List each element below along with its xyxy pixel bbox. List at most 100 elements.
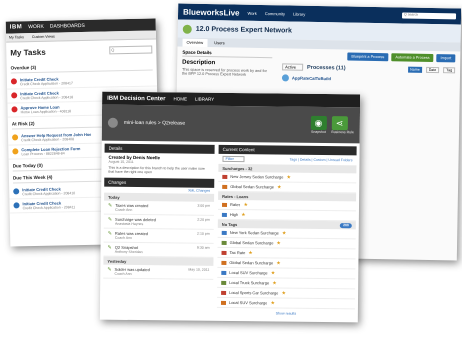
task-status-icon	[10, 78, 17, 85]
search-input[interactable]: Q search	[401, 12, 457, 20]
task-text: Answer Help Request from John Hoe Credit …	[21, 132, 92, 142]
processes-count: Processes (11)	[306, 64, 346, 71]
content-item-label: New York Sedan Surcharge	[229, 229, 279, 236]
tab-my-tasks[interactable]: My Tasks	[9, 35, 24, 39]
content-item-label: Global Sedan Surcharge	[230, 184, 275, 190]
content-group-label: Rates - Loans	[222, 193, 249, 199]
description-text: This space is reserved for process work …	[181, 67, 267, 77]
change-text: Taxes was created Coach Ann	[115, 203, 194, 213]
filter-select[interactable]: Active	[282, 63, 304, 71]
rule-icon	[222, 184, 228, 189]
content-item-label: Local Sports Car Surcharge	[229, 289, 279, 296]
created-on: August 15, 2011	[108, 159, 134, 164]
content-item-label: Tax Rate	[229, 249, 246, 256]
change-item[interactable]: ✎ Surcharge was deleted Anastasia Haynes 2:…	[103, 214, 214, 230]
import-button[interactable]: Import	[436, 54, 456, 63]
content-item-label: Global Sedan Surcharge	[229, 259, 274, 266]
rule-icon	[220, 300, 227, 305]
branch-icon	[107, 117, 118, 128]
star-icon: ★	[272, 279, 277, 286]
share-icon: ⋖	[331, 116, 348, 131]
star-icon: ★	[243, 201, 248, 208]
content-item-label: Local Truck Surcharge	[229, 279, 270, 286]
process-item[interactable]: AppRateCalToBuild	[281, 74, 455, 84]
rule-icon	[221, 240, 227, 245]
rule-icon	[221, 290, 227, 295]
nav-work[interactable]: WORK	[28, 24, 44, 30]
change-time: 3:00 pm	[197, 203, 211, 208]
task-group-header[interactable]: Overdue (3)	[10, 62, 153, 74]
space-details-panel: Space Details Description This space is …	[177, 47, 278, 85]
page-title: My Tasks	[10, 47, 46, 58]
view-tag[interactable]: Tag	[443, 66, 456, 73]
change-text: Q2 Snapshot Anthony Sheridan	[115, 245, 194, 255]
task-text: Initiate Credit Check Credit Check Applic…	[22, 200, 75, 210]
decision-center-logo: IBM Decision Center	[107, 95, 166, 102]
change-item[interactable]: ✎ Solder was updated Coach Ann May 10, 2011	[103, 264, 214, 280]
rule-icon	[221, 260, 227, 265]
tab-custom-views[interactable]: Custom Views	[32, 35, 55, 39]
ibm-logo: IBM	[9, 24, 23, 31]
branch-header: mini-loan rules > Q2release ◉ Snapshot ⋖…	[101, 104, 361, 144]
change-item[interactable]: ✎ Q2 Snapshot Anthony Sheridan 9:30 am	[103, 242, 214, 258]
content-item-label: High	[229, 211, 239, 218]
business-rule-label: Business Rule	[331, 130, 354, 135]
left-column: Details Created by Denis Noelle August 1…	[103, 143, 215, 318]
snapshot-label: Snapshot	[310, 129, 326, 134]
search-input[interactable]: Q	[109, 45, 153, 54]
business-rule-action[interactable]: ⋖ Business Rule	[331, 116, 354, 134]
change-author: Coach Ann	[115, 207, 133, 212]
task-text: Initiate Credit Check Credit Check Applic…	[19, 76, 73, 87]
rule-icon	[222, 174, 228, 179]
view-date[interactable]: Date	[425, 66, 440, 73]
right-column: Current Content Filter Tags | Details | …	[216, 144, 357, 319]
changes-title: Changes	[108, 179, 127, 185]
star-icon: ★	[270, 269, 276, 276]
star-icon: ★	[270, 299, 275, 306]
task-subtitle: Home Loan Application - 408118	[20, 109, 72, 115]
breadcrumb: mini-loan rules > Q2release	[123, 119, 186, 127]
change-text: Solder was updated Coach Ann	[114, 267, 185, 277]
change-item[interactable]: ✎ Rates was created Coach Ann 2:10 pm	[103, 228, 214, 244]
nav-work[interactable]: Work	[247, 10, 256, 15]
pencil-icon: ✎	[107, 244, 112, 251]
task-subtitle: Loan Process - 8822848-84	[21, 151, 65, 157]
content-item-label: New Jersey Sedan Surcharge	[230, 174, 284, 180]
content-item-label: Rates	[230, 202, 241, 208]
show-results-link[interactable]: Show results	[217, 308, 355, 319]
task-subtitle: Credit Check Application - 208408	[21, 137, 75, 143]
snapshot-action[interactable]: ◉ Snapshot	[310, 115, 327, 134]
view-name[interactable]: Name	[408, 66, 422, 73]
content-group-label: No Tags	[221, 221, 238, 227]
camera-icon: ◉	[310, 115, 327, 131]
automate-button[interactable]: Automate a Process	[391, 53, 434, 63]
nav-home[interactable]: HOME	[173, 96, 187, 101]
decision-center-window: IBM Decision Center HOME LIBRARY mini-lo…	[99, 91, 361, 323]
change-item[interactable]: ✎ Taxes was created Coach Ann 3:00 pm	[103, 200, 215, 216]
rule-icon	[221, 250, 227, 255]
change-author: Coach Ann	[114, 235, 133, 240]
blueworks-logo: BlueworksLive	[183, 7, 240, 18]
description-label: Description	[182, 59, 216, 67]
task-subtitle: Credit Check Application - 208417	[19, 81, 73, 87]
star-icon: ★	[241, 211, 246, 218]
content-item-label: Global Sedan Surcharge	[229, 239, 274, 246]
nav-library[interactable]: LIBRARY	[195, 97, 214, 102]
nav-dashboards[interactable]: DASHBOARDS	[50, 23, 85, 30]
blueprint-button[interactable]: Blueprint a Process	[347, 52, 389, 62]
space-icon	[182, 24, 192, 34]
rule-icon	[221, 270, 227, 275]
pencil-icon: ✎	[107, 216, 113, 223]
content-tabs[interactable]: Tags | Details | Custom | Unread Folders	[290, 158, 353, 163]
filter-input[interactable]: Filter	[222, 155, 245, 163]
star-icon: ★	[276, 239, 281, 247]
rule-icon	[221, 230, 227, 235]
nav-library[interactable]: Library	[293, 11, 305, 16]
task-text: Complete Loan Rejection Form Loan Process…	[21, 146, 80, 156]
task-text: Initiate Credit Check Credit Check Applic…	[20, 90, 73, 100]
nav-community[interactable]: Community	[265, 11, 285, 16]
task-status-icon	[13, 202, 20, 209]
changes-list: Today ✎ Taxes was created Coach Ann 3:00 pm ✎…	[103, 192, 215, 280]
content-count-badge: 200	[340, 222, 352, 228]
pencil-icon: ✎	[107, 266, 112, 273]
